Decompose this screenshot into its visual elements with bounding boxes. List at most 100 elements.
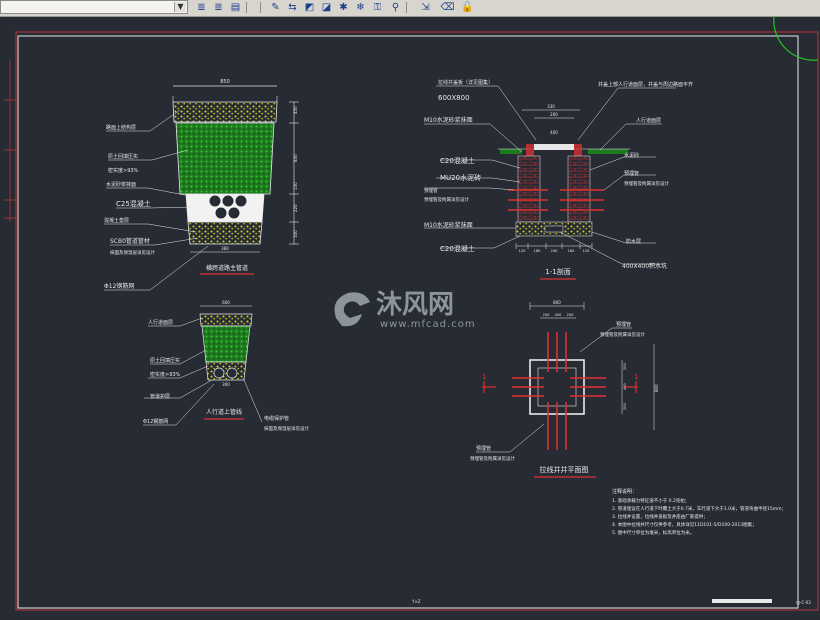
svg-text:预埋管及附属详见设计: 预埋管及附属详见设计 bbox=[470, 455, 515, 462]
svg-text:密实度>93%: 密实度>93% bbox=[150, 371, 181, 378]
layer-freeze-icon[interactable]: ❄ bbox=[353, 1, 368, 14]
svg-text:预埋管: 预埋管 bbox=[424, 187, 438, 194]
svg-text:预埋管: 预埋管 bbox=[476, 445, 491, 452]
svg-text:MU20水泥砖: MU20水泥砖 bbox=[440, 173, 481, 182]
section-sidewalk: 600 300 人行道面层 原土回填压实 密实度>93% 管道护层 Φ12钢筋网… bbox=[143, 300, 309, 432]
svg-text:1: 1 bbox=[634, 373, 638, 381]
svg-text:200: 200 bbox=[623, 363, 627, 370]
svg-text:拉线井井平面图: 拉线井井平面图 bbox=[540, 465, 589, 474]
layer-lock-icon[interactable]: ⚿ bbox=[370, 1, 385, 14]
svg-text:路面上结构层: 路面上结构层 bbox=[106, 124, 136, 131]
svg-text:电缆保护管: 电缆保护管 bbox=[264, 415, 289, 422]
layer-states-icon[interactable]: ▤ bbox=[228, 1, 243, 14]
layer-off-icon[interactable]: ✱ bbox=[336, 1, 351, 14]
svg-text:预埋管及附属详见设计: 预埋管及附属详见设计 bbox=[624, 180, 669, 187]
layer-walk-icon[interactable]: ⚲ bbox=[388, 1, 403, 14]
svg-text:180: 180 bbox=[568, 249, 575, 253]
svg-text:预埋管及附属详见设计: 预埋管及附属详见设计 bbox=[424, 196, 469, 203]
modify-layer-icon[interactable]: ✎ bbox=[268, 1, 283, 14]
toolbar-separator bbox=[246, 2, 247, 13]
svg-text:人行道面层: 人行道面层 bbox=[636, 117, 661, 124]
logo-icon bbox=[334, 292, 370, 327]
svg-text:抹面及保温层详见设计: 抹面及保温层详见设计 bbox=[264, 425, 309, 432]
svg-text:200: 200 bbox=[567, 313, 574, 317]
svg-text:C20混凝土: C20混凝土 bbox=[440, 156, 475, 165]
svg-text:3. 拉线井设置，拉线井盖板及井座由厂家提供；: 3. 拉线井设置，拉线井盖板及井座由厂家提供； bbox=[612, 513, 708, 520]
svg-text:Φ12钢筋网: Φ12钢筋网 bbox=[104, 282, 134, 290]
svg-text:SCB0管道管材: SCB0管道管材 bbox=[110, 237, 150, 245]
section-1-1: 330 200 400 120 180 240 180 120 拉线井盖板（详见… bbox=[424, 79, 693, 280]
svg-text:800: 800 bbox=[654, 384, 659, 392]
svg-text:400X400积水坑: 400X400积水坑 bbox=[622, 262, 667, 270]
svg-text:450: 450 bbox=[293, 106, 298, 114]
svg-text:830: 830 bbox=[293, 154, 298, 162]
svg-text:原土回填压实: 原土回填压实 bbox=[108, 153, 138, 160]
svg-text:M10水泥砂浆抹面: M10水泥砂浆抹面 bbox=[424, 221, 473, 229]
svg-text:抹面及保温层详见设计: 抹面及保温层详见设计 bbox=[110, 249, 155, 256]
svg-text:预埋管: 预埋管 bbox=[616, 321, 631, 328]
svg-text:拉线井盖板（详见图集）: 拉线井盖板（详见图集） bbox=[438, 79, 493, 86]
svg-text:原土回填压实: 原土回填压实 bbox=[150, 357, 180, 364]
svg-text:400: 400 bbox=[555, 313, 562, 317]
layer-delete-icon[interactable]: ⌫ bbox=[440, 1, 455, 14]
svg-text:5. 图中尺寸单位为毫米，标高单位为米。: 5. 图中尺寸单位为毫米，标高单位为米。 bbox=[612, 529, 694, 536]
svg-text:预埋管: 预埋管 bbox=[624, 170, 639, 177]
match-layer-icon[interactable]: ⇆ bbox=[285, 1, 300, 14]
watermark: 沐风网 www.mfcad.com bbox=[334, 290, 476, 330]
chevron-down-icon[interactable]: ▼ bbox=[174, 2, 186, 12]
layer-unisolate-icon[interactable]: ◪ bbox=[319, 1, 334, 14]
svg-text:200: 200 bbox=[543, 313, 550, 317]
svg-text:预埋管及附属详见设计: 预埋管及附属详见设计 bbox=[600, 331, 645, 338]
svg-text:180: 180 bbox=[534, 249, 541, 253]
svg-text:2. 管道埋设在人行道下时覆土大于0.7米，车行道下大于1.: 2. 管道埋设在人行道下时覆土大于0.7米，车行道下大于1.0米，管道弯曲半径1… bbox=[612, 505, 786, 512]
svg-text:1: 1 bbox=[482, 373, 486, 381]
svg-text:120: 120 bbox=[583, 249, 590, 253]
model-marker: Y×Z bbox=[411, 599, 421, 604]
svg-text:240: 240 bbox=[551, 249, 558, 253]
svg-text:www.mfcad.com: www.mfcad.com bbox=[380, 319, 476, 330]
svg-text:4. 本图中拉线井尺寸仅供参考，具体详见11D101-5/D: 4. 本图中拉线井尺寸仅供参考，具体详见11D101-5/D100-2013图集… bbox=[612, 521, 757, 528]
svg-text:600: 600 bbox=[222, 300, 230, 305]
svg-text:300: 300 bbox=[222, 382, 230, 387]
svg-text:注释说明：: 注释说明： bbox=[612, 488, 637, 495]
layer-road-surface bbox=[172, 101, 278, 123]
layer-toolbar: ▼ ≣ ≣ ▤ ✎ ⇆ ◩ ◪ ✱ ❄ ⚿ ⚲ ⇲ ⌫ 🔓 bbox=[0, 0, 820, 17]
plan-view: 800 200 400 200 1 1 200 400 200 800 预埋管 … bbox=[470, 300, 659, 478]
green-arc bbox=[773, 16, 819, 61]
svg-text:1. 基础承载力特征值不小于 0.2兆帕；: 1. 基础承载力特征值不小于 0.2兆帕； bbox=[612, 497, 689, 504]
svg-text:人行道面层: 人行道面层 bbox=[148, 319, 173, 326]
layer-select-dropdown[interactable]: ▼ bbox=[0, 0, 188, 14]
svg-text:100: 100 bbox=[293, 230, 298, 238]
svg-text:400: 400 bbox=[550, 130, 558, 135]
svg-text:380: 380 bbox=[221, 246, 229, 251]
svg-text:水泥砂: 水泥砂 bbox=[624, 152, 639, 159]
frame-left-ticks bbox=[4, 60, 16, 222]
svg-text:人行道上管线: 人行道上管线 bbox=[206, 408, 242, 416]
svg-text:120: 120 bbox=[519, 249, 526, 253]
svg-text:水泥砂浆抹面: 水泥砂浆抹面 bbox=[106, 181, 136, 188]
layer-merge-icon[interactable]: ⇲ bbox=[418, 1, 433, 14]
layer-unlock-icon[interactable]: 🔓 bbox=[460, 1, 475, 14]
svg-text:管道护层: 管道护层 bbox=[150, 393, 170, 400]
toolbar-separator bbox=[406, 2, 407, 13]
layer-properties-icon[interactable]: ≣ bbox=[194, 1, 209, 14]
svg-text:330: 330 bbox=[547, 104, 555, 109]
svg-text:800: 800 bbox=[553, 300, 561, 305]
svg-text:C20混凝土: C20混凝土 bbox=[440, 244, 475, 253]
layer-previous-icon[interactable]: ≣ bbox=[211, 1, 226, 14]
section-road-crossing: 850 380 450 830 130 220 100 路面上结构层 原土回填压… bbox=[104, 79, 299, 291]
layer-backfill bbox=[175, 122, 275, 195]
svg-text:沐风网: 沐风网 bbox=[376, 290, 454, 320]
svg-text:400: 400 bbox=[623, 383, 627, 390]
dim-top-850: 850 bbox=[220, 79, 230, 85]
drawing-number: 电-C-03 bbox=[796, 599, 811, 605]
layer-bedding bbox=[187, 221, 263, 245]
cad-drawing-canvas[interactable]: 850 380 450 830 130 220 100 路面上结构层 原土回填压… bbox=[0, 16, 820, 620]
svg-text:M10水泥砂浆抹面: M10水泥砂浆抹面 bbox=[424, 116, 473, 124]
layer-isolate-icon[interactable]: ◩ bbox=[302, 1, 317, 14]
svg-text:220: 220 bbox=[293, 204, 298, 212]
svg-text:200: 200 bbox=[623, 403, 627, 410]
svg-text:130: 130 bbox=[293, 182, 298, 190]
notes-block: 注释说明： 1. 基础承载力特征值不小于 0.2兆帕； 2. 管道埋设在人行道下… bbox=[612, 488, 786, 536]
svg-text:Φ12钢筋网: Φ12钢筋网 bbox=[143, 418, 168, 425]
